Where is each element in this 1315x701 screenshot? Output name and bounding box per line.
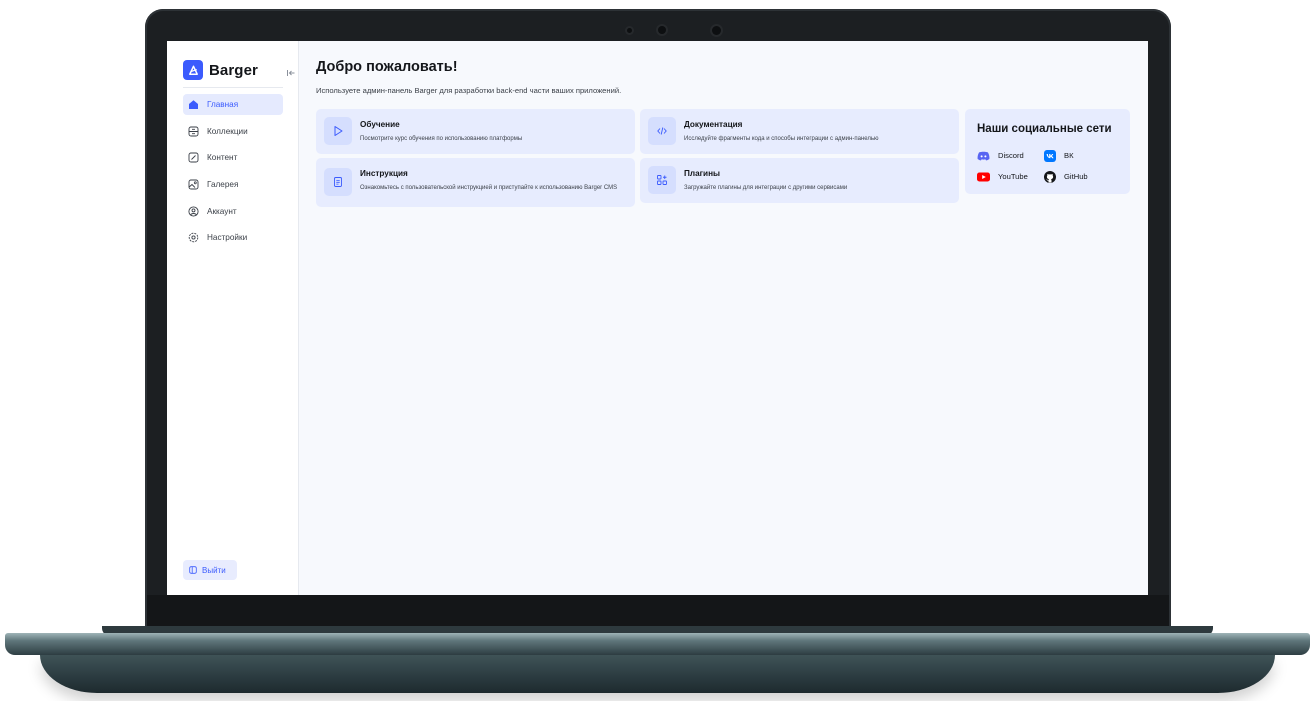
card-instruction[interactable]: Инструкция Ознакомьтесь с пользовательск… [316,158,635,207]
sidebar-item-account[interactable]: Аккаунт [183,201,283,222]
social-link-youtube[interactable]: YouTube [977,171,1028,182]
card-plugins[interactable]: Плагины Загружайте плагины для интеграци… [640,158,959,203]
brand-name: Barger [209,61,258,79]
laptop-base-front [40,655,1275,693]
social-label: YouTube [998,172,1028,181]
vk-icon [1043,149,1056,162]
card-title: Обучение [360,120,400,129]
logout-label: Выйти [202,565,226,575]
play-icon [324,117,352,145]
logout-button[interactable]: Выйти [183,560,237,580]
card-description: Ознакомьтесь с пользовательской инструкц… [360,185,618,191]
social-networks-panel: Наши социальные сети Discord ВК YouTube [965,109,1130,194]
social-link-discord[interactable]: Discord [977,150,1024,161]
page-title: Добро пожаловать! [316,59,458,75]
sidebar-item-label: Главная [207,100,239,109]
sidebar-item-label: Контент [207,153,238,163]
card-title: Инструкция [360,169,408,178]
discord-icon [977,150,990,161]
youtube-icon [977,171,990,182]
card-training[interactable]: Обучение Посмотрите курс обучения по исп… [316,109,635,154]
home-icon [188,99,199,110]
sidebar-item-label: Аккаунт [207,206,237,216]
collapse-sidebar-icon[interactable] [286,65,296,76]
code-icon [648,117,676,145]
sidebar-item-label: Галерея [207,180,239,190]
card-description: Загружайте плагины для интеграции с друг… [684,185,848,191]
laptop-base [5,633,1310,655]
camera-lens [658,26,666,34]
logout-icon [189,561,197,579]
barger-logo-icon [183,60,203,80]
database-icon [188,126,199,137]
edit-icon [188,152,199,163]
screen-bezel-bottom [147,595,1169,628]
sidebar-item-label: Коллекции [207,126,248,136]
sidebar-item-settings[interactable]: Настройки [183,227,283,248]
sidebar-nav: Главная Коллекции Контент Галерея Аккаун… [183,94,283,254]
social-link-github[interactable]: GitHub [1043,170,1088,183]
user-icon [188,206,199,217]
card-title: Плагины [684,169,721,178]
social-label: ВК [1064,151,1074,160]
social-link-vk[interactable]: ВК [1043,149,1074,162]
screen: Barger Главная Коллекции Контент Галерея… [167,41,1148,595]
sidebar-item-collections[interactable]: Коллекции [183,121,283,142]
social-title: Наши социальные сети [977,123,1112,135]
sidebar: Barger Главная Коллекции Контент Галерея… [167,41,299,595]
sidebar-divider [183,87,283,88]
image-icon [188,179,199,190]
sidebar-item-label: Настройки [207,233,248,243]
main-content: Добро пожаловать! Используете админ-пане… [316,41,1148,595]
brand[interactable]: Barger [183,60,258,80]
card-description: Исследуйте фрагменты кода и способы инте… [684,136,879,142]
page-subtitle: Используете админ-панель Barger для разр… [316,86,622,95]
camera-lens-secondary [712,26,721,35]
sidebar-item-home[interactable]: Главная [183,94,283,115]
card-title: Документация [684,120,743,129]
sensor-dot [627,28,632,33]
sidebar-item-content[interactable]: Контент [183,147,283,168]
plugins-icon [648,166,676,194]
gear-icon [188,232,199,243]
social-label: Discord [998,151,1024,160]
social-label: GitHub [1064,172,1088,181]
github-icon [1043,170,1056,183]
document-icon [324,168,352,196]
card-description: Посмотрите курс обучения по использовани… [360,136,523,142]
sidebar-item-gallery[interactable]: Галерея [183,174,283,195]
card-documentation[interactable]: Документация Исследуйте фрагменты кода и… [640,109,959,154]
